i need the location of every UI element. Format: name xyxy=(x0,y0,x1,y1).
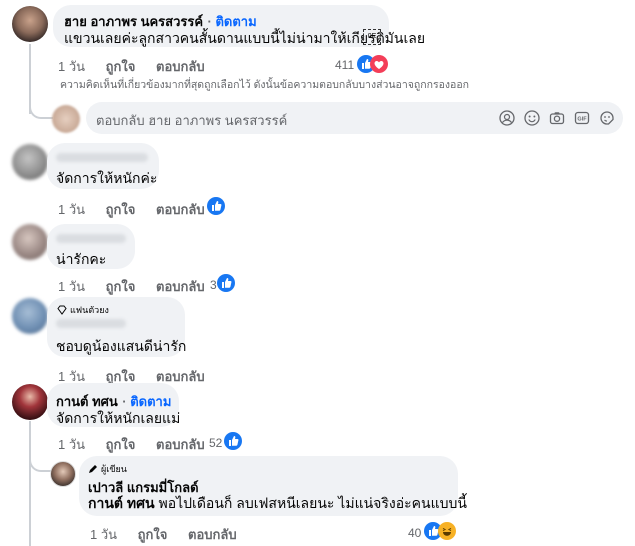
comment-time[interactable]: 1 วัน xyxy=(58,202,85,217)
comment-actions: 1 วัน ถูกใจ ตอบกลับ xyxy=(58,434,222,455)
hidden-author-name[interactable] xyxy=(56,234,126,243)
reply-button[interactable]: ตอบกลับ xyxy=(188,527,237,542)
comment-author[interactable]: กานต์ ทศน xyxy=(56,394,118,409)
gif-icon[interactable]: GIF xyxy=(574,110,590,126)
like-button[interactable]: ถูกใจ xyxy=(138,527,168,542)
comment-text: พอไปเดือนก็ ลบเฟสหนีเลยนะ ไม่แน่จริงอ่ะค… xyxy=(158,495,467,511)
reply-button[interactable]: ตอบกลับ xyxy=(156,437,205,452)
fan-badge: แฟนตัวยง xyxy=(57,303,109,317)
comment-author[interactable]: ฮาย อาภาพร นครสวรรค์ xyxy=(64,14,203,29)
comment-time[interactable]: 1 วัน xyxy=(90,527,117,542)
comment-actions: 1 วัน ถูกใจ ตอบกลับ xyxy=(90,524,254,545)
reaction-count[interactable]: 40 xyxy=(408,526,421,540)
unsupported-glyph-icon: 0E xyxy=(363,29,381,45)
hidden-author-name[interactable] xyxy=(56,319,126,328)
author-badge: ผู้เขียน xyxy=(88,462,127,476)
comment-actions: 1 วัน ถูกใจ ตอบกลับ xyxy=(58,56,222,77)
my-avatar xyxy=(52,105,80,133)
comment-time[interactable]: 1 วัน xyxy=(58,59,85,74)
emoji-icon[interactable] xyxy=(524,110,540,126)
comment-actions: 1 วัน ถูกใจ ตอบกลับ xyxy=(58,199,222,220)
avatar[interactable] xyxy=(12,144,48,180)
badge-label: ผู้เขียน xyxy=(101,464,127,474)
reply-button[interactable]: ตอบกลับ xyxy=(156,369,205,384)
badge-label: แฟนตัวยง xyxy=(70,305,109,315)
thread-curve xyxy=(29,103,53,119)
comment-time[interactable]: 1 วัน xyxy=(58,279,85,294)
camera-icon[interactable] xyxy=(549,110,565,126)
reaction-count[interactable]: 3 xyxy=(210,278,217,292)
reply-button[interactable]: ตอบกลับ xyxy=(156,59,205,74)
like-reaction-icon[interactable] xyxy=(217,274,235,292)
reaction-count[interactable]: 411 xyxy=(335,58,354,72)
like-button[interactable]: ถูกใจ xyxy=(106,437,136,452)
avatar-sticker-icon[interactable] xyxy=(499,110,515,126)
comment-time[interactable]: 1 วัน xyxy=(58,369,85,384)
avatar[interactable] xyxy=(12,6,48,42)
mention-link[interactable]: กานต์ ทศน xyxy=(88,495,155,511)
avatar[interactable] xyxy=(50,461,76,487)
reply-button[interactable]: ตอบกลับ xyxy=(156,202,205,217)
thread-curve xyxy=(29,454,53,472)
comment-actions: 1 วัน ถูกใจ ตอบกลับ xyxy=(58,276,222,297)
reply-input[interactable]: ตอบกลับ ฮาย อาภาพร นครสวรรค์ xyxy=(96,110,287,131)
like-reaction-icon[interactable] xyxy=(224,432,242,450)
comment-text: จัดการให้หนักค่ะ xyxy=(56,170,158,186)
like-button[interactable]: ถูกใจ xyxy=(106,369,136,384)
svg-text:GIF: GIF xyxy=(577,117,587,123)
comment-time[interactable]: 1 วัน xyxy=(58,437,85,452)
pen-icon xyxy=(89,465,97,473)
love-reaction-icon[interactable] xyxy=(370,55,388,73)
follow-link[interactable]: ติดตาม xyxy=(130,394,171,409)
thread-line xyxy=(29,421,31,546)
avatar[interactable] xyxy=(12,224,48,260)
reply-tools: GIF xyxy=(499,110,615,126)
comment-text: น่ารักคะ xyxy=(56,251,107,267)
comment-text: ชอบดูน้องแสนดีน่ารัก xyxy=(56,338,187,354)
comment-text-line: กานต์ ทศน พอไปเดือนก็ ลบเฟสหนีเลยนะ ไม่แ… xyxy=(88,493,467,515)
like-button[interactable]: ถูกใจ xyxy=(106,59,136,74)
like-button[interactable]: ถูกใจ xyxy=(106,279,136,294)
reply-button[interactable]: ตอบกลับ xyxy=(156,279,205,294)
like-button[interactable]: ถูกใจ xyxy=(106,202,136,217)
hidden-author-name[interactable] xyxy=(56,153,148,162)
diamond-icon xyxy=(57,305,67,315)
haha-reaction-icon[interactable] xyxy=(438,522,456,540)
like-reaction-icon[interactable] xyxy=(207,197,225,215)
filter-notice: ความคิดเห็นที่เกี่ยวข้องมากที่สุดถูกเลือ… xyxy=(60,79,470,91)
reaction-count[interactable]: 52 xyxy=(209,436,222,450)
follow-link[interactable]: ติดตาม xyxy=(215,14,256,29)
avatar[interactable] xyxy=(12,384,48,420)
sticker-icon[interactable] xyxy=(599,110,615,126)
comment-text: จัดการให้หนักเลยแม่ xyxy=(56,410,181,426)
avatar[interactable] xyxy=(12,298,48,334)
